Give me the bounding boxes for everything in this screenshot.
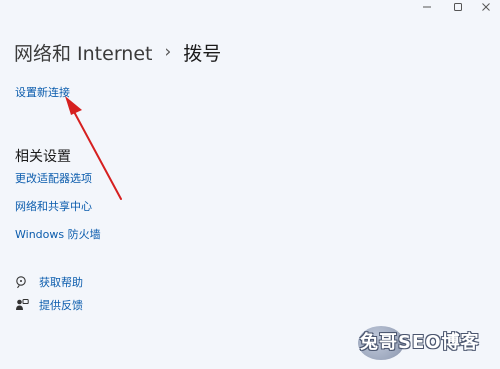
watermark-logo: 兔哥SEO博客 <box>354 324 494 364</box>
annotation-arrow <box>65 96 122 200</box>
watermark-text: 兔哥SEO博客 <box>360 332 480 353</box>
